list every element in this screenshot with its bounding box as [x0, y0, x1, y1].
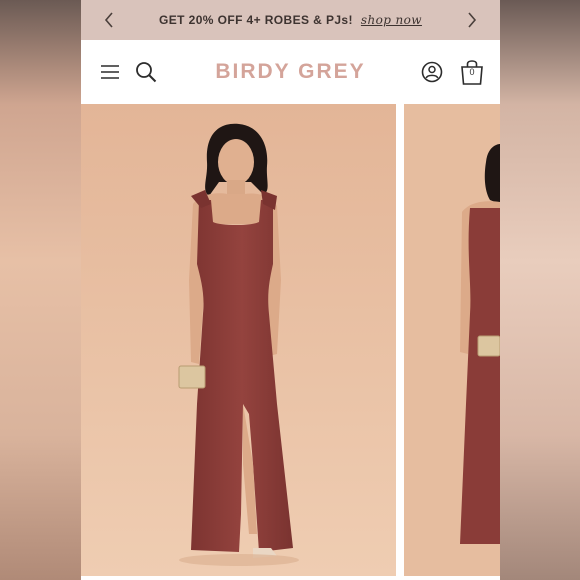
- product-gallery[interactable]: [81, 104, 500, 580]
- account-icon[interactable]: [420, 60, 444, 84]
- blurred-backdrop-right: [500, 0, 580, 580]
- mobile-page: GET 20% OFF 4+ ROBES & PJs! shop now BIR…: [81, 0, 500, 580]
- shop-now-link[interactable]: shop now: [361, 13, 422, 27]
- product-photo-next[interactable]: [404, 104, 500, 576]
- promo-banner: GET 20% OFF 4+ ROBES & PJs! shop now: [81, 0, 500, 40]
- product-photo-main[interactable]: [81, 104, 396, 576]
- promo-text: GET 20% OFF 4+ ROBES & PJs!: [159, 13, 353, 27]
- chevron-left-icon[interactable]: [99, 9, 119, 31]
- shopping-bag-icon[interactable]: 0: [458, 58, 486, 86]
- chevron-right-icon[interactable]: [462, 9, 482, 31]
- cart-count: 0: [469, 67, 475, 77]
- site-header: BIRDY GREY 0: [81, 40, 500, 104]
- blurred-backdrop-left: [0, 0, 81, 580]
